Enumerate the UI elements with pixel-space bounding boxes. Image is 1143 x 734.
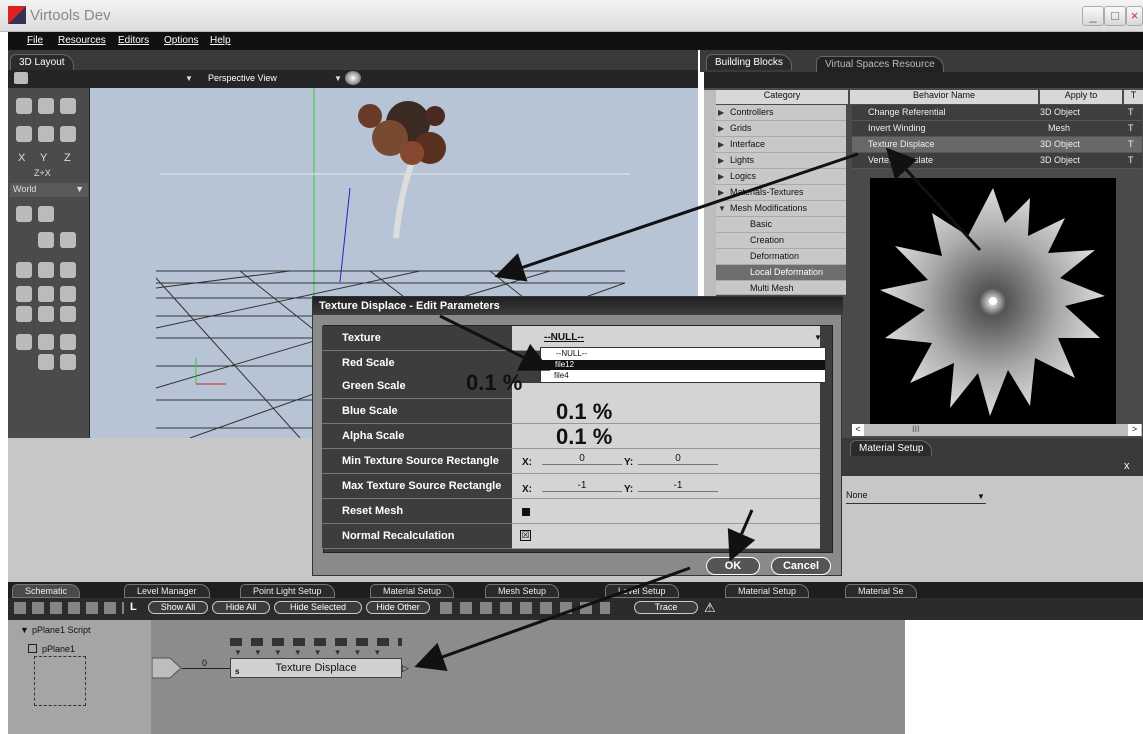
annotation-arrows (414, 147, 982, 672)
